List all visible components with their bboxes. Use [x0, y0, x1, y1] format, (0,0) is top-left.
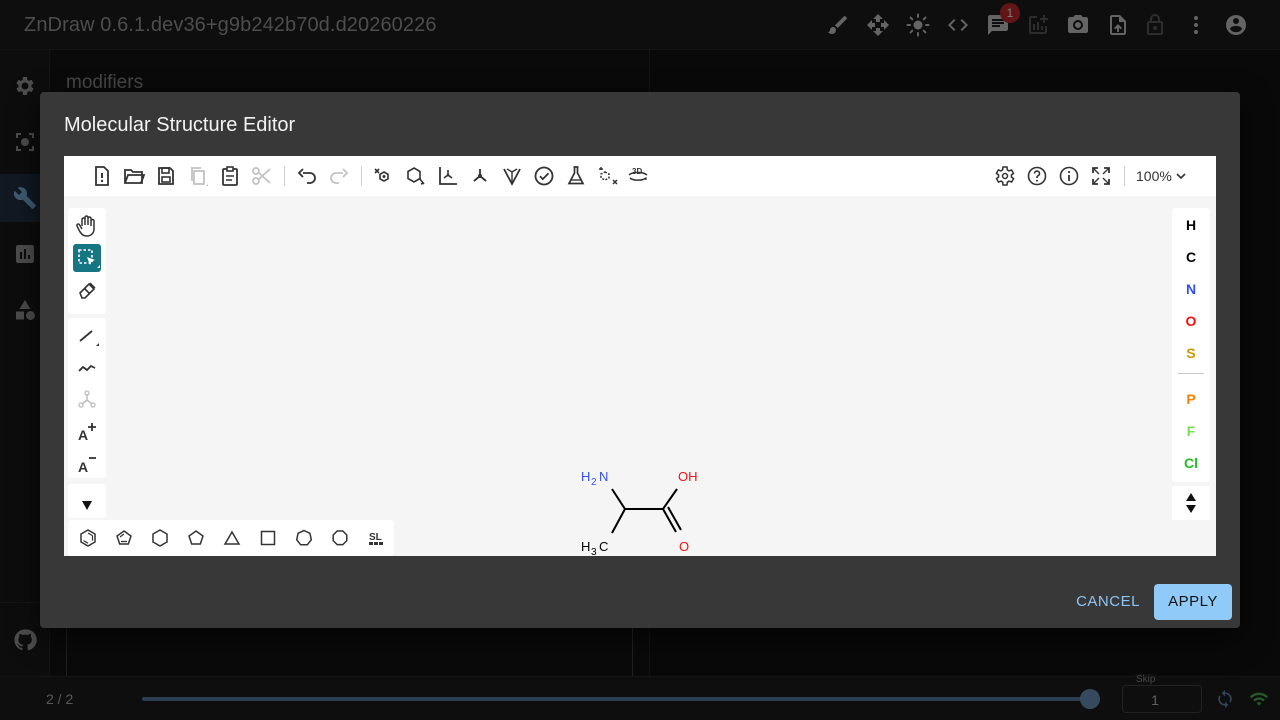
- atom-label-h[interactable]: H: [581, 539, 590, 554]
- scroll-arrows-icon[interactable]: [1185, 490, 1197, 516]
- atom-symbol: F: [1186, 423, 1196, 439]
- svg-text:3D: 3D: [632, 167, 642, 176]
- save-icon[interactable]: [154, 164, 178, 188]
- redo-icon: [327, 164, 351, 188]
- sl-icon[interactable]: SL: [364, 526, 388, 550]
- molecular-editor-dialog: Molecular Structure Editor 3D 100% A A H…: [40, 92, 1240, 628]
- benzene-icon[interactable]: [76, 526, 100, 550]
- bond[interactable]: [662, 488, 678, 510]
- atom-subscript: 2: [591, 477, 597, 488]
- bond[interactable]: [662, 508, 677, 533]
- atom-label-c[interactable]: C: [599, 539, 608, 554]
- toolbar-separator: [1124, 166, 1125, 186]
- atom-symbol: P: [1186, 391, 1196, 407]
- cut-icon: [250, 164, 274, 188]
- atom-button-cl[interactable]: Cl: [1172, 455, 1210, 471]
- cyclobutane-icon[interactable]: [256, 526, 280, 550]
- atom-label-h[interactable]: H: [581, 469, 590, 484]
- zoom-select[interactable]: 100%: [1136, 168, 1188, 184]
- apply-button[interactable]: APPLY: [1154, 584, 1232, 620]
- dialog-title: Molecular Structure Editor: [64, 114, 296, 136]
- bond[interactable]: [667, 506, 682, 531]
- bond[interactable]: [611, 508, 626, 534]
- help-icon[interactable]: [1025, 164, 1049, 188]
- fullscreen-icon[interactable]: [1089, 164, 1113, 188]
- cycloheptane-icon[interactable]: [292, 526, 316, 550]
- atom-button-f[interactable]: F: [1172, 423, 1210, 439]
- atom-button-h[interactable]: H: [1172, 217, 1210, 233]
- atom-symbol: N: [1185, 281, 1197, 297]
- atom-symbol: S: [1186, 345, 1196, 361]
- atom-button-o[interactable]: O: [1172, 313, 1210, 329]
- analyse-icon[interactable]: [564, 164, 588, 188]
- dearom-icon[interactable]: [468, 164, 492, 188]
- cyclopentane-icon[interactable]: [184, 526, 208, 550]
- molecule-canvas[interactable]: H 2 N OH H 3 C O: [64, 196, 1164, 556]
- explicit-h-icon[interactable]: [596, 164, 620, 188]
- atom-symbol: H: [1185, 217, 1197, 233]
- atom-button-p[interactable]: P: [1172, 391, 1210, 407]
- svg-text:SL: SL: [369, 532, 382, 543]
- cyclopropane-icon[interactable]: [220, 526, 244, 550]
- atom-label-o[interactable]: O: [679, 539, 689, 554]
- structure-editor: 3D 100% A A H 2 N OH H 3 C O H C N O S P…: [64, 156, 1216, 556]
- toolbar-separator: [361, 166, 362, 186]
- atom-button-n[interactable]: N: [1172, 281, 1210, 297]
- atom-subscript: 3: [591, 547, 597, 556]
- paste-icon[interactable]: [218, 164, 242, 188]
- stereo-icon[interactable]: [500, 164, 524, 188]
- atom-symbol: C: [1185, 249, 1197, 265]
- atom-label-n[interactable]: N: [599, 469, 608, 484]
- open-icon[interactable]: [122, 164, 146, 188]
- cyclopentadiene-icon[interactable]: [112, 526, 136, 550]
- atom-symbol: O: [1185, 313, 1197, 329]
- about-icon[interactable]: [1057, 164, 1081, 188]
- atom-button-c[interactable]: C: [1172, 249, 1210, 265]
- editor-toolbar: 3D 100%: [64, 156, 1216, 196]
- toolbar-separator: [284, 166, 285, 186]
- arom-icon[interactable]: [436, 164, 460, 188]
- check-icon[interactable]: [532, 164, 556, 188]
- atom-palette-divider: [1178, 373, 1204, 374]
- settings-icon[interactable]: [993, 164, 1017, 188]
- atom-label-oh[interactable]: OH: [678, 469, 698, 484]
- zoom-value: 100%: [1136, 168, 1172, 184]
- atom-palette: H C N O S P F Cl: [1172, 208, 1210, 482]
- copy-icon: [186, 164, 210, 188]
- undo-icon[interactable]: [295, 164, 319, 188]
- cyclooctane-icon[interactable]: [328, 526, 352, 550]
- template-toolbar: SL: [68, 520, 394, 556]
- atom-symbol: Cl: [1184, 455, 1198, 471]
- bond[interactable]: [611, 488, 626, 510]
- chevron-down-icon: [1176, 173, 1186, 180]
- new-file-icon[interactable]: [90, 164, 114, 188]
- atom-palette-scroll[interactable]: [1172, 486, 1210, 520]
- cancel-button[interactable]: CANCEL: [1066, 584, 1150, 620]
- clean-icon[interactable]: [404, 164, 428, 188]
- layout-icon[interactable]: [372, 164, 396, 188]
- atom-button-s[interactable]: S: [1172, 345, 1210, 361]
- cyclohexane-icon[interactable]: [148, 526, 172, 550]
- 3d-view-icon[interactable]: 3D: [626, 164, 650, 188]
